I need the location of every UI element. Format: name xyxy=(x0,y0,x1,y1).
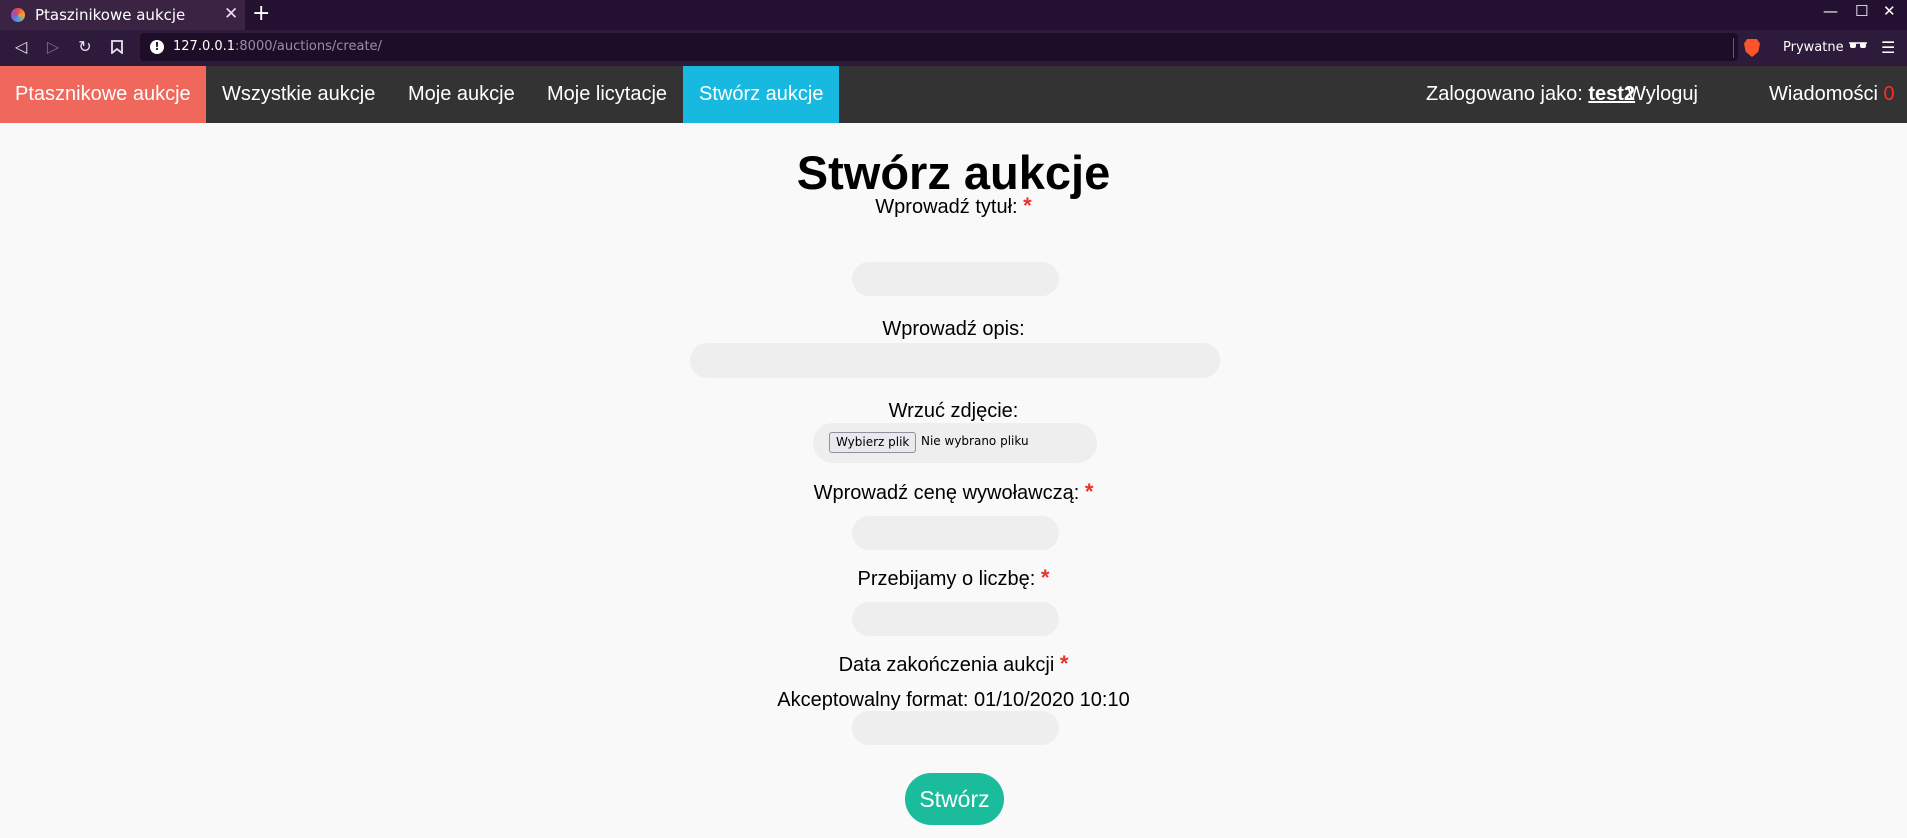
menu-icon[interactable]: ☰ xyxy=(1881,38,1895,57)
minimize-icon[interactable]: — xyxy=(1823,2,1838,20)
bid-increment-input[interactable] xyxy=(852,602,1059,636)
browser-tab[interactable]: Ptaszinikowe aukcje ✕ xyxy=(0,0,245,30)
toolbar-divider xyxy=(1733,38,1734,58)
description-label: Wprowadź opis: xyxy=(882,318,1025,340)
site-info-icon[interactable]: ! xyxy=(150,40,164,54)
back-icon[interactable]: ◁ xyxy=(11,37,31,57)
description-input[interactable] xyxy=(690,343,1220,378)
title-label: Wprowadź tytuł: * xyxy=(875,193,1032,218)
nav-item-my-bids[interactable]: Moje licytacje xyxy=(531,66,683,123)
nav-brand[interactable]: Ptasznikowe aukcje xyxy=(0,66,206,123)
nav-logout[interactable]: Wyloguj xyxy=(1611,66,1714,123)
browser-tab-bar: Ptaszinikowe aukcje ✕ + — ☐ ✕ xyxy=(0,0,1907,30)
required-mark: * xyxy=(1023,193,1032,218)
create-auction-page: Stwórz aukcje Wprowadź tytuł: * Wprowadź… xyxy=(0,123,1907,838)
url-text[interactable]: 127.0.0.1:8000/auctions/create/ xyxy=(173,39,382,54)
nav-item-my-auctions[interactable]: Moje aukcje xyxy=(392,66,531,123)
image-upload-field: Wybierz plik Nie wybrano pliku xyxy=(813,423,1097,463)
nav-messages[interactable]: Wiadomości 0 xyxy=(1753,66,1907,123)
required-mark: * xyxy=(1059,651,1069,676)
private-mode-label: Prywatne xyxy=(1783,40,1844,55)
end-date-input[interactable] xyxy=(852,711,1059,745)
page-title: Stwórz aukcje xyxy=(796,146,1111,199)
end-date-format-hint: Akceptowalny format: 01/10/2020 10:10 xyxy=(777,689,1130,711)
site-navbar: Ptasznikowe aukcje Wszystkie aukcje Moje… xyxy=(0,66,1907,123)
browser-toolbar: ◁ ▷ ↻ ! 127.0.0.1:8000/auctions/create/ … xyxy=(0,30,1907,66)
brave-shield-icon[interactable] xyxy=(1744,39,1760,57)
tab-close-icon[interactable]: ✕ xyxy=(224,4,238,24)
required-mark: * xyxy=(1040,565,1050,590)
start-price-label: Wprowadź cenę wywoławczą: * xyxy=(813,479,1094,504)
create-auction-button[interactable]: Stwórz xyxy=(905,773,1004,825)
nav-item-create-auction[interactable]: Stwórz aukcje xyxy=(683,66,839,123)
tab-title: Ptaszinikowe aukcje xyxy=(35,6,186,24)
bookmark-icon[interactable] xyxy=(107,37,127,57)
file-status-text: Nie wybrano pliku xyxy=(921,434,1029,448)
reload-icon[interactable]: ↻ xyxy=(75,37,95,57)
bid-increment-label: Przebijamy o liczbę: * xyxy=(857,565,1050,590)
messages-label: Wiadomości xyxy=(1769,83,1878,105)
image-label: Wrzuć zdjęcie: xyxy=(888,400,1019,422)
new-tab-icon[interactable]: + xyxy=(252,1,270,26)
site-favicon-icon xyxy=(11,8,25,22)
choose-file-button[interactable]: Wybierz plik xyxy=(829,432,917,453)
title-input[interactable] xyxy=(852,262,1059,296)
maximize-icon[interactable]: ☐ xyxy=(1855,2,1868,20)
end-date-label: Data zakończenia aukcji * xyxy=(838,651,1069,676)
address-bar[interactable]: ! 127.0.0.1:8000/auctions/create/ xyxy=(140,33,1738,61)
window-close-icon[interactable]: ✕ xyxy=(1883,2,1896,20)
logged-in-label: Zalogowano jako: xyxy=(1426,83,1589,105)
start-price-input[interactable] xyxy=(852,516,1059,550)
messages-count-badge: 0 xyxy=(1883,83,1895,105)
forward-icon[interactable]: ▷ xyxy=(43,37,63,57)
private-glasses-icon xyxy=(1848,39,1868,55)
required-mark: * xyxy=(1084,479,1094,504)
nav-item-all-auctions[interactable]: Wszystkie aukcje xyxy=(206,66,391,123)
